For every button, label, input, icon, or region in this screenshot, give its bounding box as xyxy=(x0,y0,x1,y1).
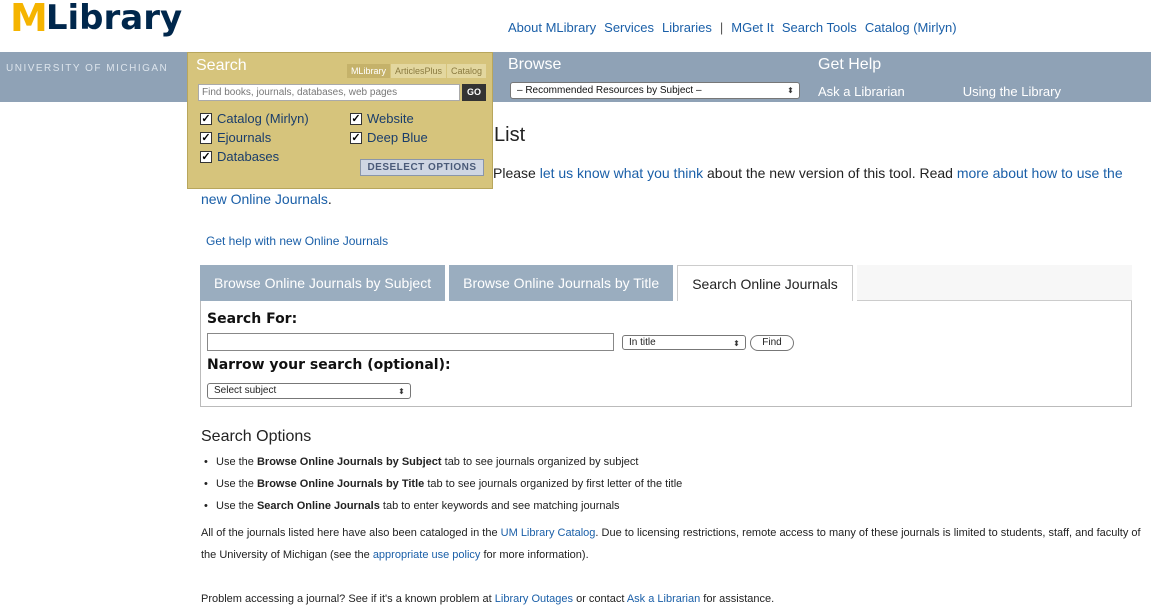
browse-subject-select[interactable]: – Recommended Resources by Subject – ⬍ xyxy=(510,82,800,99)
search-for-label: Search For: xyxy=(207,311,298,327)
logo-text: Library xyxy=(45,0,183,38)
scope-tab-mlibrary[interactable]: MLibrary xyxy=(345,64,390,78)
narrow-search-label: Narrow your search (optional): xyxy=(207,357,451,373)
scope-tab-catalog[interactable]: Catalog xyxy=(445,64,486,78)
checkbox-icon: ✓ xyxy=(200,131,212,144)
catalog-paragraph: All of the journals listed here have als… xyxy=(201,522,1141,566)
check-label: Website xyxy=(367,111,414,126)
item-text: Use the xyxy=(216,500,257,512)
browse-title: Browse xyxy=(508,56,562,73)
nav-search-tools[interactable]: Search Tools xyxy=(782,20,857,35)
list-item: Use the Browse Online Journals by Subjec… xyxy=(204,451,682,473)
tab-browse-by-title[interactable]: Browse Online Journals by Title xyxy=(449,265,674,301)
item-text: tab to enter keywords and see matching j… xyxy=(379,500,620,512)
top-nav: About MLibrary Services Libraries | MGet… xyxy=(508,20,957,35)
ask-librarian-link[interactable]: Ask a Librarian xyxy=(818,84,905,99)
using-library-link[interactable]: Using the Library xyxy=(963,84,1061,99)
search-field-value: In title xyxy=(629,337,656,348)
checkbox-icon: ✓ xyxy=(200,150,212,163)
item-bold: Browse Online Journals by Subject xyxy=(256,456,442,468)
item-bold: Browse Online Journals by Title xyxy=(256,478,425,490)
checkbox-icon: ✓ xyxy=(350,112,362,125)
search-options-list: Use the Browse Online Journals by Subjec… xyxy=(204,451,682,517)
para-text: for more information). xyxy=(480,549,589,561)
ask-librarian-footer-link[interactable]: Ask a Librarian xyxy=(627,593,700,605)
intro-part-3: . xyxy=(327,191,332,207)
deselect-options-button[interactable]: DESELECT OPTIONS xyxy=(360,159,484,176)
check-label: Deep Blue xyxy=(367,130,428,145)
select-arrows-icon: ⬍ xyxy=(398,387,405,396)
page-title: List xyxy=(494,124,526,146)
para-text: or contact xyxy=(573,593,627,605)
nav-catalog[interactable]: Catalog (Mirlyn) xyxy=(865,20,957,35)
browse-select-value: – Recommended Resources by Subject – xyxy=(517,85,702,96)
checkbox-icon: ✓ xyxy=(350,131,362,144)
item-text: Use the xyxy=(216,478,257,490)
check-label: Databases xyxy=(217,149,280,164)
mlibrary-logo[interactable]: M Library xyxy=(10,0,182,38)
search-go-button[interactable]: GO xyxy=(462,84,486,101)
search-options-title: Search Options xyxy=(201,428,312,445)
tab-browse-by-subject[interactable]: Browse Online Journals by Subject xyxy=(200,265,446,301)
check-catalog[interactable]: ✓ Catalog (Mirlyn) xyxy=(200,111,350,126)
check-label: Ejournals xyxy=(217,130,272,145)
journal-tabs: Browse Online Journals by Subject Browse… xyxy=(200,265,1132,301)
university-name[interactable]: UNIVERSITY OF MICHIGAN xyxy=(6,63,168,74)
para-text: for assistance. xyxy=(700,593,775,605)
select-arrows-icon: ⬍ xyxy=(733,339,740,348)
item-text: tab to see journals organized by first l… xyxy=(424,478,683,490)
tabs-filler xyxy=(856,265,1132,301)
tab-search-journals[interactable]: Search Online Journals xyxy=(677,265,853,301)
item-text: Use the xyxy=(216,456,257,468)
list-item: Use the Browse Online Journals by Title … xyxy=(204,473,682,495)
nav-mget-it[interactable]: MGet It xyxy=(731,20,774,35)
find-button[interactable]: Find xyxy=(750,335,794,351)
check-databases[interactable]: ✓ Databases xyxy=(200,149,350,164)
para-text: All of the journals listed here have als… xyxy=(201,527,501,539)
problem-paragraph: Problem accessing a journal? See if it's… xyxy=(201,593,774,605)
library-outages-link[interactable]: Library Outages xyxy=(495,593,573,605)
site-search-input[interactable]: Find books, journals, databases, web pag… xyxy=(198,84,460,101)
nav-separator: | xyxy=(719,20,724,35)
nav-libraries[interactable]: Libraries xyxy=(662,20,712,35)
subject-select-value: Select subject xyxy=(214,385,277,396)
check-website[interactable]: ✓ Website xyxy=(350,111,490,126)
um-catalog-link[interactable]: UM Library Catalog xyxy=(501,527,596,539)
use-policy-link[interactable]: appropriate use policy xyxy=(373,549,481,561)
para-text: Problem accessing a journal? See if it's… xyxy=(201,593,495,605)
select-arrows-icon: ⬍ xyxy=(787,86,794,95)
help-links: Ask a Librarian Using the Library xyxy=(818,84,1061,99)
journal-search-input[interactable] xyxy=(207,333,614,351)
search-options-checkboxes: ✓ Catalog (Mirlyn) ✓ Website ✓ Ejournals ✓ D… xyxy=(200,111,490,164)
scope-tab-articlesplus[interactable]: ArticlesPlus xyxy=(389,64,446,78)
get-help-link[interactable]: Get help with new Online Journals xyxy=(206,234,388,248)
logo-m: M xyxy=(10,0,48,40)
subject-select[interactable]: Select subject ⬍ xyxy=(207,383,411,399)
search-field-select[interactable]: In title ⬍ xyxy=(622,335,746,350)
search-panel: Search MLibrary ArticlesPlus Catalog Fin… xyxy=(187,52,493,189)
intro-part-1: Please xyxy=(493,165,540,181)
intro-part-2: about the new version of this tool. Read xyxy=(703,165,957,181)
nav-services[interactable]: Services xyxy=(604,20,654,35)
feedback-link[interactable]: let us know what you think xyxy=(540,165,703,181)
search-panel-title: Search xyxy=(196,57,247,74)
nav-about[interactable]: About MLibrary xyxy=(508,20,596,35)
check-deep-blue[interactable]: ✓ Deep Blue xyxy=(350,130,490,145)
checkbox-icon: ✓ xyxy=(200,112,212,125)
check-label: Catalog (Mirlyn) xyxy=(217,111,309,126)
journal-search-form: Search For: In title ⬍ Find Narrow your … xyxy=(200,301,1132,407)
item-bold: Search Online Journals xyxy=(256,500,380,512)
list-item: Use the Search Online Journals tab to en… xyxy=(204,495,682,517)
search-scope-tabs: MLibrary ArticlesPlus Catalog xyxy=(345,64,486,78)
check-ejournals[interactable]: ✓ Ejournals xyxy=(200,130,350,145)
item-text: tab to see journals organized by subject xyxy=(441,456,639,468)
get-help-title: Get Help xyxy=(818,56,882,73)
